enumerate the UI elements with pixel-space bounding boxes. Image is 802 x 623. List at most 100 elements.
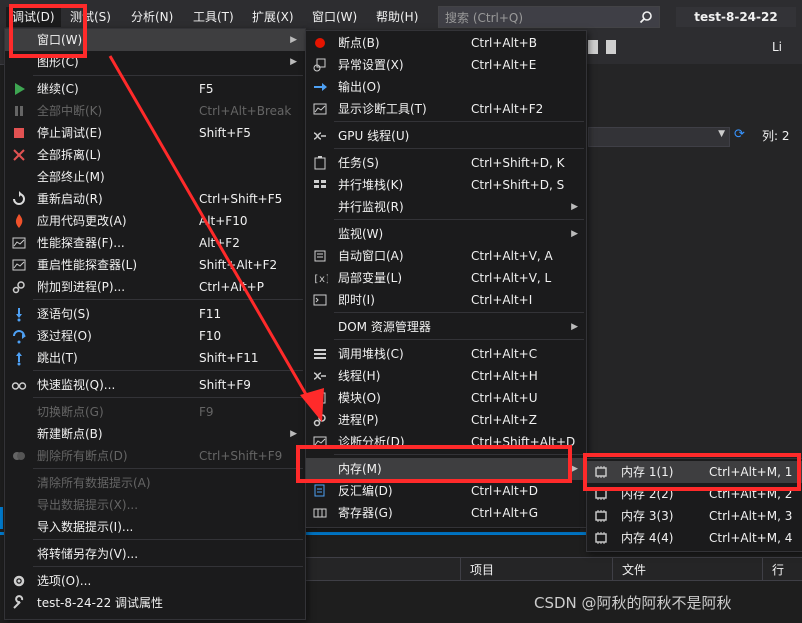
menu-separator xyxy=(33,539,303,540)
debug-menu-item-7[interactable]: 重新启动(R) Ctrl+Shift+F5 xyxy=(5,188,305,210)
menu-item-label: 重新启动(R) xyxy=(37,192,103,206)
window-menu-item-2[interactable]: 输出(O) xyxy=(306,76,586,98)
watermark: CSDN @阿秋的阿秋不是阿秋 xyxy=(534,594,732,612)
debug-menu-item-9[interactable]: 性能探查器(F)... Alt+F2 xyxy=(5,232,305,254)
debug-menu-item-23[interactable]: 选项(O)... xyxy=(5,570,305,592)
debug-menu-item-2[interactable]: 继续(C) F5 xyxy=(5,78,305,100)
menu-separator xyxy=(33,566,303,567)
window-menu-item-3[interactable]: 显示诊断工具(T) Ctrl+Alt+F2 xyxy=(306,98,586,120)
debug-menu-item-21[interactable]: 导入数据提示(I)... xyxy=(5,516,305,538)
menu-item-label: 输出(O) xyxy=(338,80,381,94)
window-menu-item-12[interactable]: DOM 资源管理器 ▶ xyxy=(306,316,586,338)
menu-item-shortcut: Ctrl+Alt+D xyxy=(471,484,538,498)
step-out-icon xyxy=(16,352,22,366)
bookmark-icon[interactable] xyxy=(606,40,616,54)
debug-menu-item-6[interactable]: 全部终止(M) xyxy=(5,166,305,188)
refresh-icon[interactable]: ⟳ xyxy=(734,127,750,145)
window-menu-item-16[interactable]: 进程(P) Ctrl+Alt+Z xyxy=(306,409,586,431)
window-menu-item-5[interactable]: 任务(S) Ctrl+Shift+D, K xyxy=(306,152,586,174)
debug-menu-item-14[interactable]: 跳出(T) Shift+F11 xyxy=(5,347,305,369)
menu-analyze[interactable]: 分析(N) xyxy=(125,7,179,27)
window-menu-item-11[interactable]: 即时(I) Ctrl+Alt+I xyxy=(306,289,586,311)
live-share-label[interactable]: Li xyxy=(772,40,782,54)
search-placeholder: 搜索 (Ctrl+Q) xyxy=(445,11,524,25)
debug-menu-item-24[interactable]: test-8-24-22 调试属性 xyxy=(5,592,305,614)
search-input[interactable]: 搜索 (Ctrl+Q) xyxy=(438,6,660,28)
chevron-down-icon: ▼ xyxy=(718,129,725,139)
menu-item-label: 重启性能探查器(L) xyxy=(37,258,138,272)
call-stack-icon xyxy=(314,349,326,359)
menu-item-shortcut: Ctrl+Alt+B xyxy=(471,36,537,50)
menu-tools[interactable]: 工具(T) xyxy=(187,7,240,27)
window-menu-item-10[interactable]: [x] 局部变量(L) Ctrl+Alt+V, L xyxy=(306,267,586,289)
debug-menu-item-13[interactable]: 逐过程(O) F10 xyxy=(5,325,305,347)
breakpoint-icon xyxy=(315,38,325,48)
debug-menu-item-4[interactable]: 停止调试(E) Shift+F5 xyxy=(5,122,305,144)
window-menu-item-13[interactable]: 调用堆栈(C) Ctrl+Alt+C xyxy=(306,343,586,365)
window-menu-item-20[interactable]: 寄存器(G) Ctrl+Alt+G xyxy=(306,502,586,524)
process-icon xyxy=(313,414,326,427)
wrench-icon xyxy=(13,595,24,609)
menu-window[interactable]: 窗口(W) xyxy=(306,7,363,27)
window-menu-item-14[interactable]: 线程(H) Ctrl+Alt+H xyxy=(306,365,586,387)
debug-menu-item-17[interactable]: 新建断点(B) ▶ xyxy=(5,423,305,445)
menu-item-label: 快速监视(Q)... xyxy=(37,378,116,392)
window-menu-item-8[interactable]: 监视(W) ▶ xyxy=(306,223,586,245)
menu-help[interactable]: 帮助(H) xyxy=(370,7,424,27)
menu-item-label: 显示诊断工具(T) xyxy=(338,102,427,116)
grid-separator xyxy=(612,558,613,580)
memory-menu-item-3[interactable]: 内存 4(4) Ctrl+Alt+M, 4 xyxy=(587,527,802,549)
menu-item-label: 停止调试(E) xyxy=(37,126,102,140)
annotation-box-memory xyxy=(296,445,572,483)
menu-item-label: 断点(B) xyxy=(338,36,380,50)
menu-item-shortcut: F11 xyxy=(199,307,222,321)
grid-header-line[interactable]: 行 xyxy=(772,561,784,578)
menu-item-label: 内存 4(4) xyxy=(621,531,674,545)
window-menu-item-6[interactable]: 并行堆栈(K) Ctrl+Shift+D, S xyxy=(306,174,586,196)
window-menu-item-4[interactable]: GPU 线程(U) xyxy=(306,125,586,147)
profiler-icon xyxy=(12,237,26,249)
navigation-combo[interactable]: ▼ xyxy=(588,127,730,147)
window-menu-item-9[interactable]: 自动窗口(A) Ctrl+Alt+V, A xyxy=(306,245,586,267)
debug-menu-item-16: 切换断点(G) F9 xyxy=(5,401,305,423)
debug-menu-item-15[interactable]: 快速监视(Q)... Shift+F9 xyxy=(5,374,305,396)
menu-item-label: 寄存器(G) xyxy=(338,506,393,520)
menu-item-shortcut: Ctrl+Shift+F9 xyxy=(199,449,283,463)
window-menu-item-0[interactable]: 断点(B) Ctrl+Alt+B xyxy=(306,32,586,54)
debug-menu-item-10[interactable]: 重启性能探查器(L) Shift+Alt+F2 xyxy=(5,254,305,276)
menu-separator xyxy=(33,397,303,398)
debug-menu-item-5[interactable]: 全部拆离(L) xyxy=(5,144,305,166)
menu-extensions[interactable]: 扩展(X) xyxy=(246,7,300,27)
threads-icon xyxy=(313,372,326,380)
menu-item-shortcut: Alt+F2 xyxy=(199,236,240,250)
debug-menu-item-18: 删除所有断点(D) Ctrl+Shift+F9 xyxy=(5,445,305,467)
breakpoints-icon xyxy=(13,452,25,460)
menu-item-label: test-8-24-22 调试属性 xyxy=(37,596,164,610)
menu-item-label: 逐语句(S) xyxy=(37,307,90,321)
memory-menu-item-2[interactable]: 内存 3(3) Ctrl+Alt+M, 3 xyxy=(587,505,802,527)
window-title: test-8-24-22 xyxy=(676,7,796,27)
memory-chip-icon xyxy=(595,510,607,522)
menu-item-label: 导出数据提示(X)... xyxy=(37,498,139,512)
window-menu-item-1[interactable]: 异常设置(X) Ctrl+Alt+E xyxy=(306,54,586,76)
debug-menu-item-12[interactable]: 逐语句(S) F11 xyxy=(5,303,305,325)
menu-item-label: 调用堆栈(C) xyxy=(338,347,404,361)
grid-header-file[interactable]: 文件 xyxy=(622,561,646,578)
search-icon[interactable] xyxy=(639,10,653,24)
restart-icon xyxy=(13,191,25,205)
debug-menu-item-8[interactable]: 应用代码更改(A) Alt+F10 xyxy=(5,210,305,232)
menu-item-shortcut: Ctrl+Alt+E xyxy=(471,58,537,72)
menu-item-label: 逐过程(O) xyxy=(37,329,92,343)
menu-separator xyxy=(33,370,303,371)
menu-item-label: 跳出(T) xyxy=(37,351,78,365)
window-menu-item-7[interactable]: 并行监视(R) ▶ xyxy=(306,196,586,218)
bookmark-icon[interactable] xyxy=(588,40,598,54)
window-menu-item-19[interactable]: 反汇编(D) Ctrl+Alt+D xyxy=(306,480,586,502)
gears-icon xyxy=(12,281,25,294)
grid-header-project[interactable]: 项目 xyxy=(470,561,494,578)
debug-menu: 窗口(W) ▶ 图形(C) ▶ 继续(C) F5 全部中断(K) Ctrl+Alt+Break… xyxy=(4,28,306,620)
debug-menu-item-11[interactable]: 附加到进程(P)... Ctrl+Alt+P xyxy=(5,276,305,298)
debug-menu-item-22[interactable]: 将转储另存为(V)... xyxy=(5,543,305,565)
debug-menu-item-3: 全部中断(K) Ctrl+Alt+Break xyxy=(5,100,305,122)
window-menu-item-15[interactable]: 模块(O) Ctrl+Alt+U xyxy=(306,387,586,409)
